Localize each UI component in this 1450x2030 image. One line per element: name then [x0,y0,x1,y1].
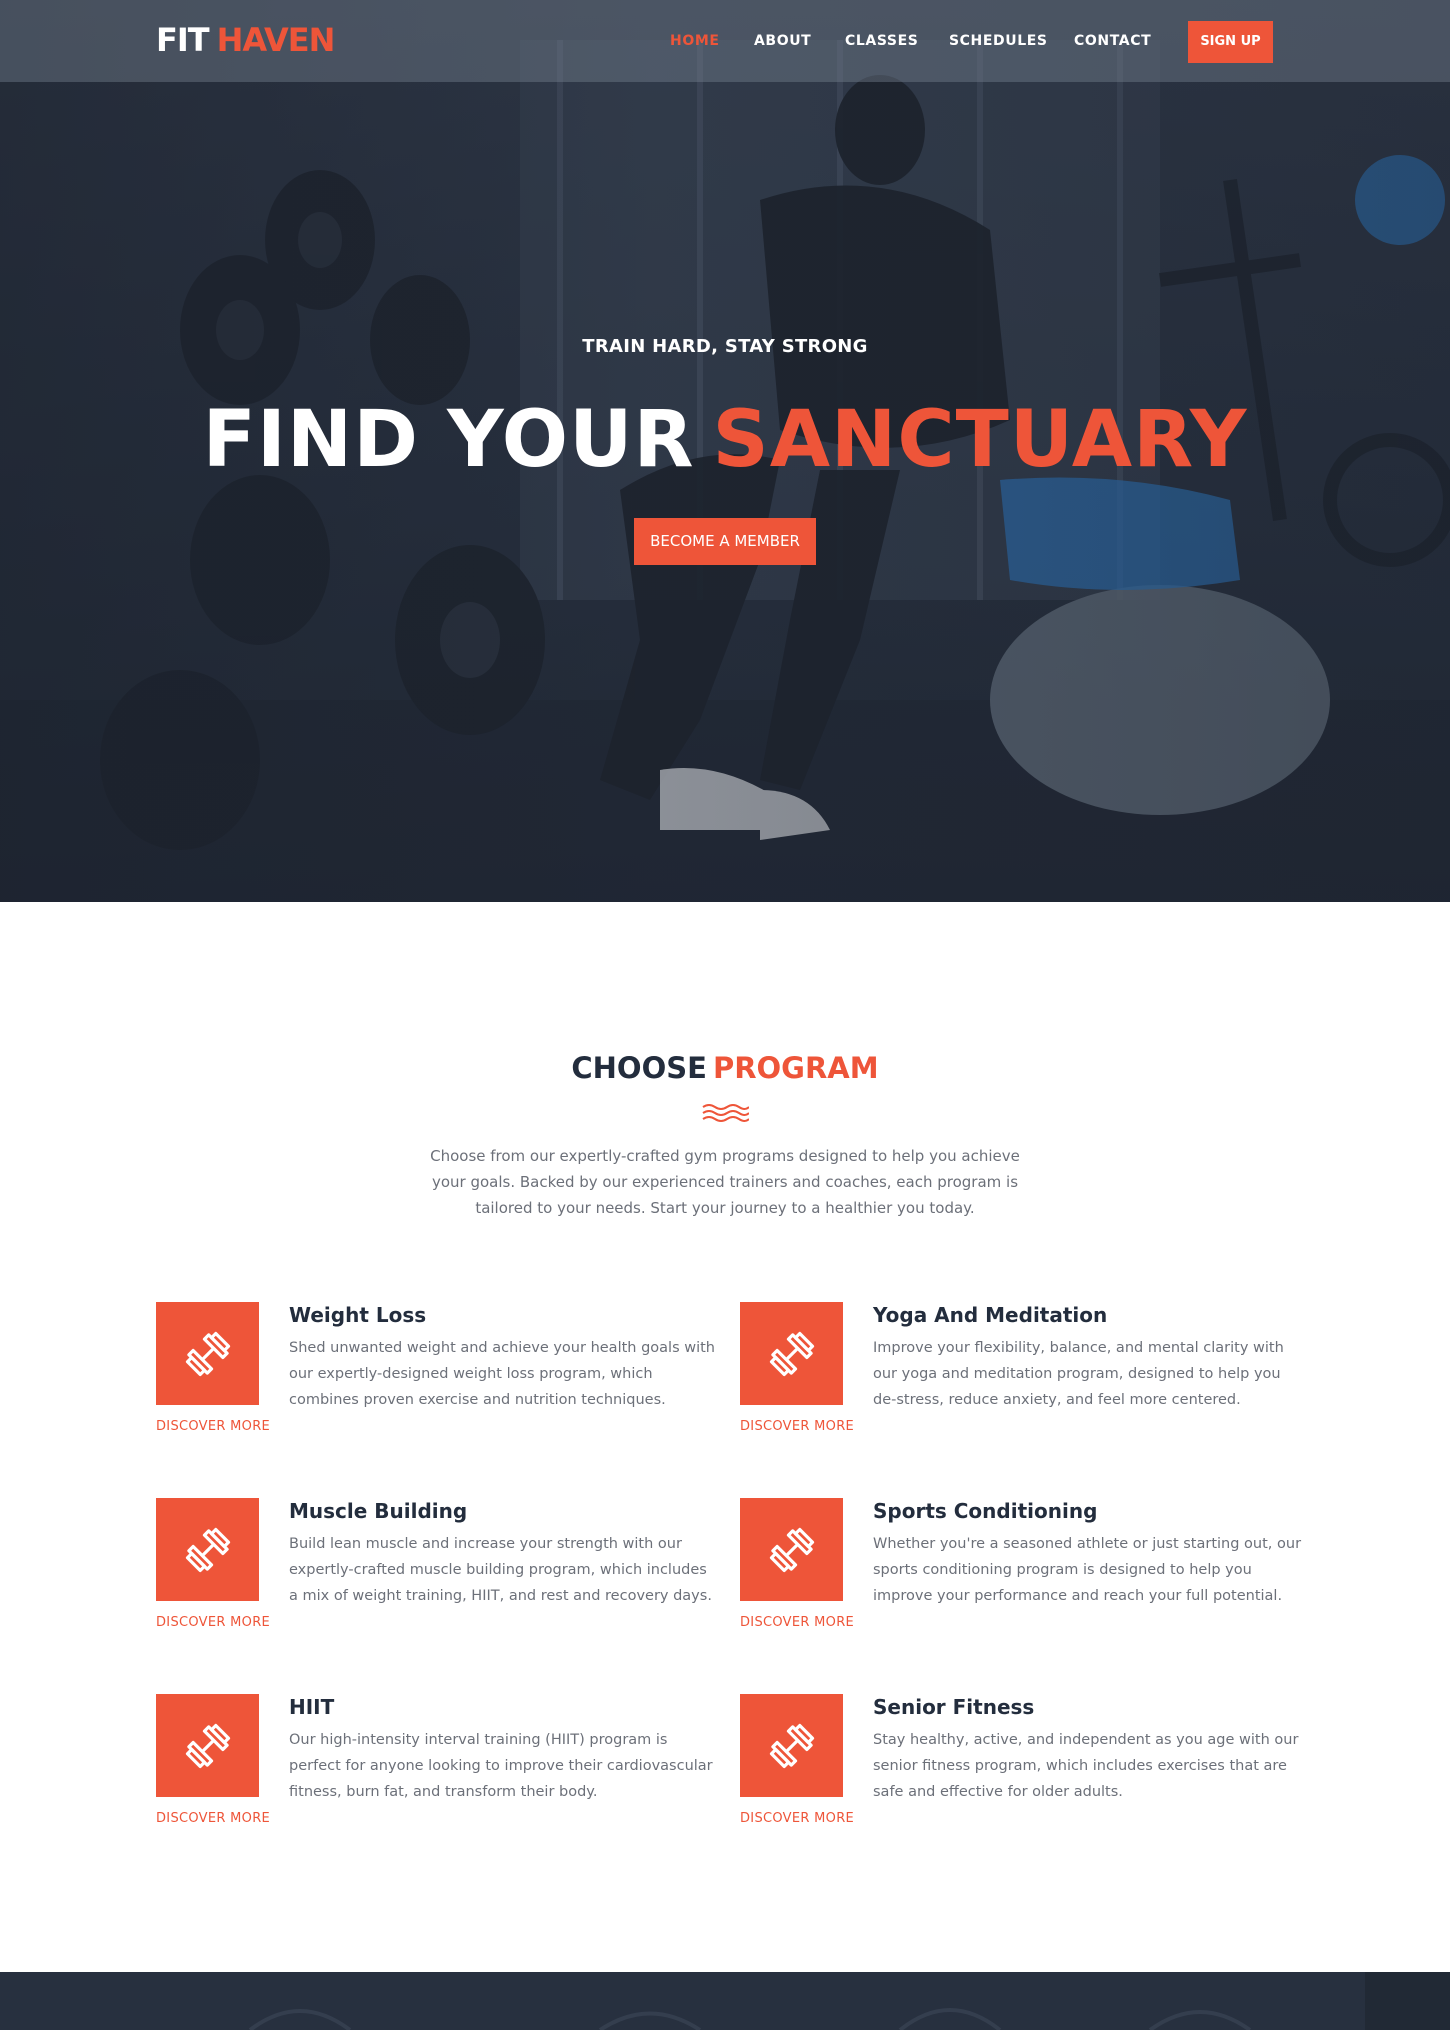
gym-background-photo [248,1972,1450,2030]
program-icon-box[interactable] [740,1498,843,1601]
dumbbell-icon [185,1723,230,1768]
program-card-yoga: DISCOVER MORE Yoga And Meditation Improv… [740,1302,1300,1452]
program-card-muscle-building: DISCOVER MORE Muscle Building Build lean… [156,1498,716,1648]
nav-item-contact[interactable]: CONTACT [1074,30,1151,52]
program-icon-box[interactable] [156,1498,259,1601]
brand-logo[interactable]: FIT HAVEN [156,18,336,62]
program-title[interactable]: Muscle Building [289,1498,467,1524]
hero-headline-white: FIND YOUR [202,395,695,485]
dumbbell-icon [769,1723,814,1768]
program-description: Our high-intensity interval training (HI… [289,1732,713,1800]
hero-tagline: TRAIN HARD, STAY STRONG [582,336,868,357]
discover-more-link[interactable]: DISCOVER MORE [740,1418,854,1436]
program-title[interactable]: Weight Loss [289,1302,426,1328]
brand-name-part-1: FIT [156,21,210,59]
program-icon-box[interactable] [740,1302,843,1405]
signup-button[interactable]: SIGN UP [1188,21,1273,63]
discover-more-link[interactable]: DISCOVER MORE [156,1810,270,1828]
nav-item-about[interactable]: ABOUT [754,30,811,52]
next-section-band [0,1972,1450,2030]
programs-title-accent: PROGRAM [712,1051,879,1085]
program-title[interactable]: HIIT [289,1694,334,1720]
dumbbell-icon [185,1331,230,1376]
program-title[interactable]: Sports Conditioning [873,1498,1097,1524]
nav-item-schedules[interactable]: SCHEDULES [949,30,1048,52]
hero-headline: FIND YOUR SANCTUARY [0,390,1450,490]
program-card-weight-loss: DISCOVER MORE Weight Loss Shed unwanted … [156,1302,716,1452]
brand-name-part-2: HAVEN [216,21,336,59]
program-icon-box[interactable] [156,1302,259,1405]
program-card-hiit: DISCOVER MORE HIIT Our high-intensity in… [156,1694,716,1844]
dumbbell-icon [185,1527,230,1572]
programs-title-dark: CHOOSE [571,1051,707,1085]
program-icon-box[interactable] [156,1694,259,1797]
discover-more-link[interactable]: DISCOVER MORE [740,1810,854,1828]
program-title[interactable]: Senior Fitness [873,1694,1034,1720]
program-description: Whether you're a seasoned athlete or jus… [873,1536,1302,1604]
programs-title: CHOOSE PROGRAM [0,1048,1450,1088]
dumbbell-icon [769,1331,814,1376]
programs-intro: Choose from our expertly-crafted gym pro… [430,1147,1020,1217]
program-card-senior-fitness: DISCOVER MORE Senior Fitness Stay health… [740,1694,1300,1844]
discover-more-link[interactable]: DISCOVER MORE [156,1614,270,1632]
program-icon-box[interactable] [740,1694,843,1797]
program-description: Shed unwanted weight and achieve your he… [289,1340,715,1408]
navbar: FIT HAVEN HOME ABOUT CLASSES SCHEDULES CO… [0,0,1450,82]
program-card-sports-conditioning: DISCOVER MORE Sports Conditioning Whethe… [740,1498,1302,1648]
wave-divider-icon [702,1104,749,1122]
program-description: Build lean muscle and increase your stre… [289,1536,712,1604]
discover-more-link[interactable]: DISCOVER MORE [740,1614,854,1632]
program-description: Stay healthy, active, and independent as… [873,1732,1299,1800]
program-description: Improve your flexibility, balance, and m… [873,1340,1284,1408]
become-member-button[interactable]: BECOME A MEMBER [634,518,816,565]
hero-headline-accent: SANCTUARY [712,395,1248,485]
discover-more-link[interactable]: DISCOVER MORE [156,1418,270,1436]
hero-section: FIT HAVEN HOME ABOUT CLASSES SCHEDULES CO… [0,0,1450,902]
dumbbell-icon [769,1527,814,1572]
program-title[interactable]: Yoga And Meditation [873,1302,1107,1328]
nav-item-classes[interactable]: CLASSES [845,30,918,52]
nav-item-home[interactable]: HOME [670,30,720,52]
